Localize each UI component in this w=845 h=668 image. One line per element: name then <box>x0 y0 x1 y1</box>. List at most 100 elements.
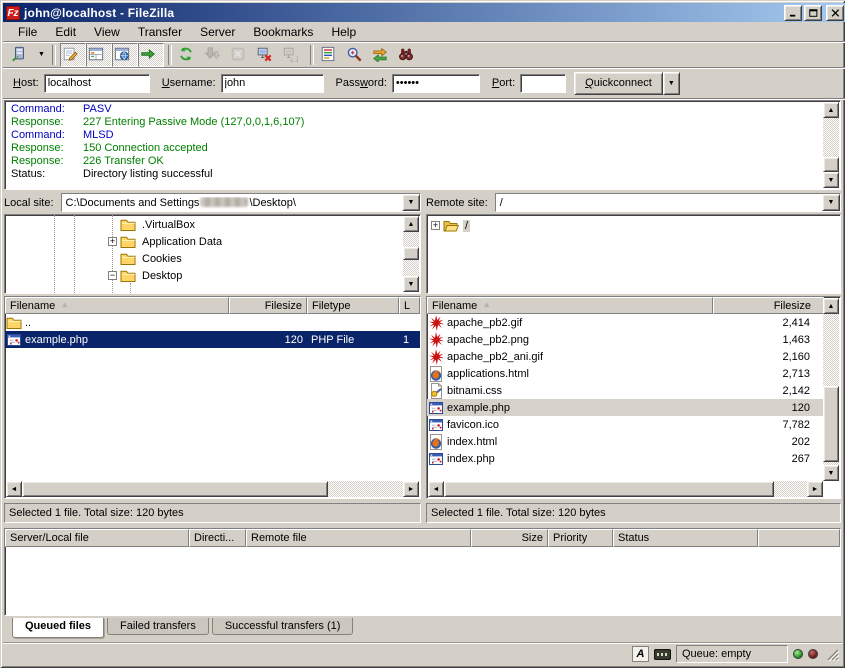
remote-path-combobox[interactable]: / ▼ <box>495 193 841 212</box>
menu-help[interactable]: Help <box>322 24 365 40</box>
file-row[interactable]: applications.html 2,713 <box>427 365 824 382</box>
file-row[interactable]: index.html 202 <box>427 433 824 450</box>
queue-header: Server/Local file Directi... Remote file… <box>5 529 840 547</box>
combo-dropdown-icon[interactable]: ▼ <box>402 194 420 211</box>
find-icon <box>398 46 416 64</box>
column-header-filename[interactable]: Filename▲ <box>5 297 229 314</box>
scrollbar-thumb[interactable] <box>823 386 839 462</box>
folder-icon <box>6 315 22 331</box>
column-header-filetype[interactable]: Filetype <box>307 297 399 314</box>
menu-edit[interactable]: Edit <box>46 24 85 40</box>
scrollbar-thumb[interactable] <box>22 481 328 497</box>
scroll-up-icon[interactable]: ▲ <box>823 298 839 314</box>
tree-item-root[interactable]: + / <box>427 217 840 234</box>
column-header-server-local-file[interactable]: Server/Local file <box>5 529 189 547</box>
file-row[interactable]: apache_pb2.gif 2,414 <box>427 314 824 331</box>
column-header-filesize[interactable]: Filesize <box>713 297 824 314</box>
remote-list-hscrollbar[interactable]: ◄ ► <box>428 481 823 497</box>
file-row-example-php[interactable]: example.php 120 <box>427 399 824 416</box>
scrollbar-thumb[interactable] <box>823 157 839 172</box>
synchronized-browsing-button[interactable] <box>370 43 396 67</box>
tab-failed-transfers[interactable]: Failed transfers <box>107 618 209 635</box>
menu-file[interactable]: File <box>9 24 46 40</box>
tree-item-virtualbox[interactable]: .VirtualBox <box>5 216 420 233</box>
remote-list-vscrollbar[interactable]: ▲ ▼ <box>823 298 839 481</box>
tree-expander-plus[interactable]: + <box>431 221 440 230</box>
log-line: Command:PASV <box>11 103 820 116</box>
maximize-button[interactable] <box>804 5 822 21</box>
remote-site-row: Remote site: / ▼ <box>426 193 841 212</box>
titlebar[interactable]: Fz john@localhost - FileZilla <box>3 3 845 22</box>
close-button[interactable] <box>826 5 844 21</box>
password-input[interactable] <box>392 74 480 93</box>
scroll-down-icon[interactable]: ▼ <box>823 172 839 188</box>
scroll-right-icon[interactable]: ► <box>403 481 419 497</box>
file-row[interactable]: index.php 267 <box>427 450 824 467</box>
scroll-up-icon[interactable]: ▲ <box>403 216 419 232</box>
scroll-right-icon[interactable]: ► <box>807 481 823 497</box>
menu-view[interactable]: View <box>85 24 129 40</box>
log-scrollbar[interactable]: ▲ ▼ <box>823 102 839 188</box>
host-input[interactable] <box>44 74 150 93</box>
disconnect-button[interactable] <box>254 43 280 67</box>
find-files-button[interactable] <box>396 43 422 67</box>
column-header-status[interactable]: Status <box>613 529 758 547</box>
file-row[interactable]: favicon.ico 7,782 <box>427 416 824 433</box>
file-row[interactable]: apache_pb2_ani.gif 2,160 <box>427 348 824 365</box>
scrollbar-thumb[interactable] <box>403 247 419 260</box>
file-row-updir[interactable]: .. <box>5 314 420 331</box>
column-header-size[interactable]: Size <box>471 529 548 547</box>
port-input[interactable] <box>520 74 566 93</box>
column-header-direction[interactable]: Directi... <box>189 529 246 547</box>
column-header-lastmodified[interactable]: L <box>399 297 420 314</box>
cancel-button[interactable] <box>228 43 254 67</box>
minimize-button[interactable] <box>784 5 802 21</box>
file-row-example-php[interactable]: example.php 120 PHP File 1 <box>5 331 420 348</box>
menu-server[interactable]: Server <box>191 24 244 40</box>
toggle-message-log-button[interactable] <box>60 43 86 67</box>
scroll-up-icon[interactable]: ▲ <box>823 102 839 118</box>
tree-expander-plus[interactable]: + <box>108 237 117 246</box>
refresh-button[interactable] <box>176 43 202 67</box>
scrollbar-thumb[interactable] <box>444 481 774 497</box>
quickconnect-button[interactable]: Quickconnect <box>574 72 663 95</box>
status-bar: A Queue: empty <box>3 642 842 665</box>
tree-item-application-data[interactable]: + Application Data <box>5 233 420 250</box>
tab-successful-transfers[interactable]: Successful transfers (1) <box>212 618 354 635</box>
column-header-priority[interactable]: Priority <box>548 529 613 547</box>
toggle-local-tree-button[interactable] <box>86 43 112 67</box>
reconnect-button[interactable] <box>280 43 306 67</box>
column-header-filesize[interactable]: Filesize <box>229 297 307 314</box>
site-manager-button[interactable] <box>9 43 35 67</box>
local-list-hscrollbar[interactable]: ◄ ► <box>6 481 419 497</box>
resize-grip[interactable] <box>825 647 839 661</box>
site-manager-dropdown[interactable]: ▼ <box>35 44 48 66</box>
menu-transfer[interactable]: Transfer <box>129 24 191 40</box>
remote-directory-tree: + / <box>426 214 841 294</box>
toggle-remote-tree-button[interactable] <box>112 43 138 67</box>
local-tree-scrollbar[interactable]: ▲ ▼ <box>403 216 419 292</box>
tree-item-cookies[interactable]: Cookies <box>5 250 420 267</box>
quickconnect-dropdown[interactable]: ▼ <box>663 72 680 95</box>
local-path-combobox[interactable]: C:\Documents and Settings\Desktop\ ▼ <box>61 193 421 212</box>
tree-item-desktop[interactable]: − Desktop <box>5 267 420 284</box>
scroll-down-icon[interactable]: ▼ <box>823 465 839 481</box>
compare-directories-button[interactable] <box>344 43 370 67</box>
process-queue-button[interactable] <box>202 43 228 67</box>
ico-file-icon <box>428 417 444 433</box>
file-row[interactable]: apache_pb2.png 1,463 <box>427 331 824 348</box>
combo-dropdown-icon[interactable]: ▼ <box>822 194 840 211</box>
scroll-down-icon[interactable]: ▼ <box>403 276 419 292</box>
file-row[interactable]: bitnami.css 2,142 <box>427 382 824 399</box>
column-header-remote-file[interactable]: Remote file <box>246 529 471 547</box>
tab-queued-files[interactable]: Queued files <box>12 618 104 638</box>
column-header-filler <box>758 529 840 547</box>
column-header-filename[interactable]: Filename▲ <box>427 297 713 314</box>
toggle-queue-button[interactable] <box>138 43 164 67</box>
username-input[interactable] <box>221 74 324 93</box>
scroll-left-icon[interactable]: ◄ <box>6 481 22 497</box>
scroll-left-icon[interactable]: ◄ <box>428 481 444 497</box>
menu-bookmarks[interactable]: Bookmarks <box>244 24 322 40</box>
filter-button[interactable] <box>318 43 344 67</box>
tree-expander-minus[interactable]: − <box>108 271 117 280</box>
